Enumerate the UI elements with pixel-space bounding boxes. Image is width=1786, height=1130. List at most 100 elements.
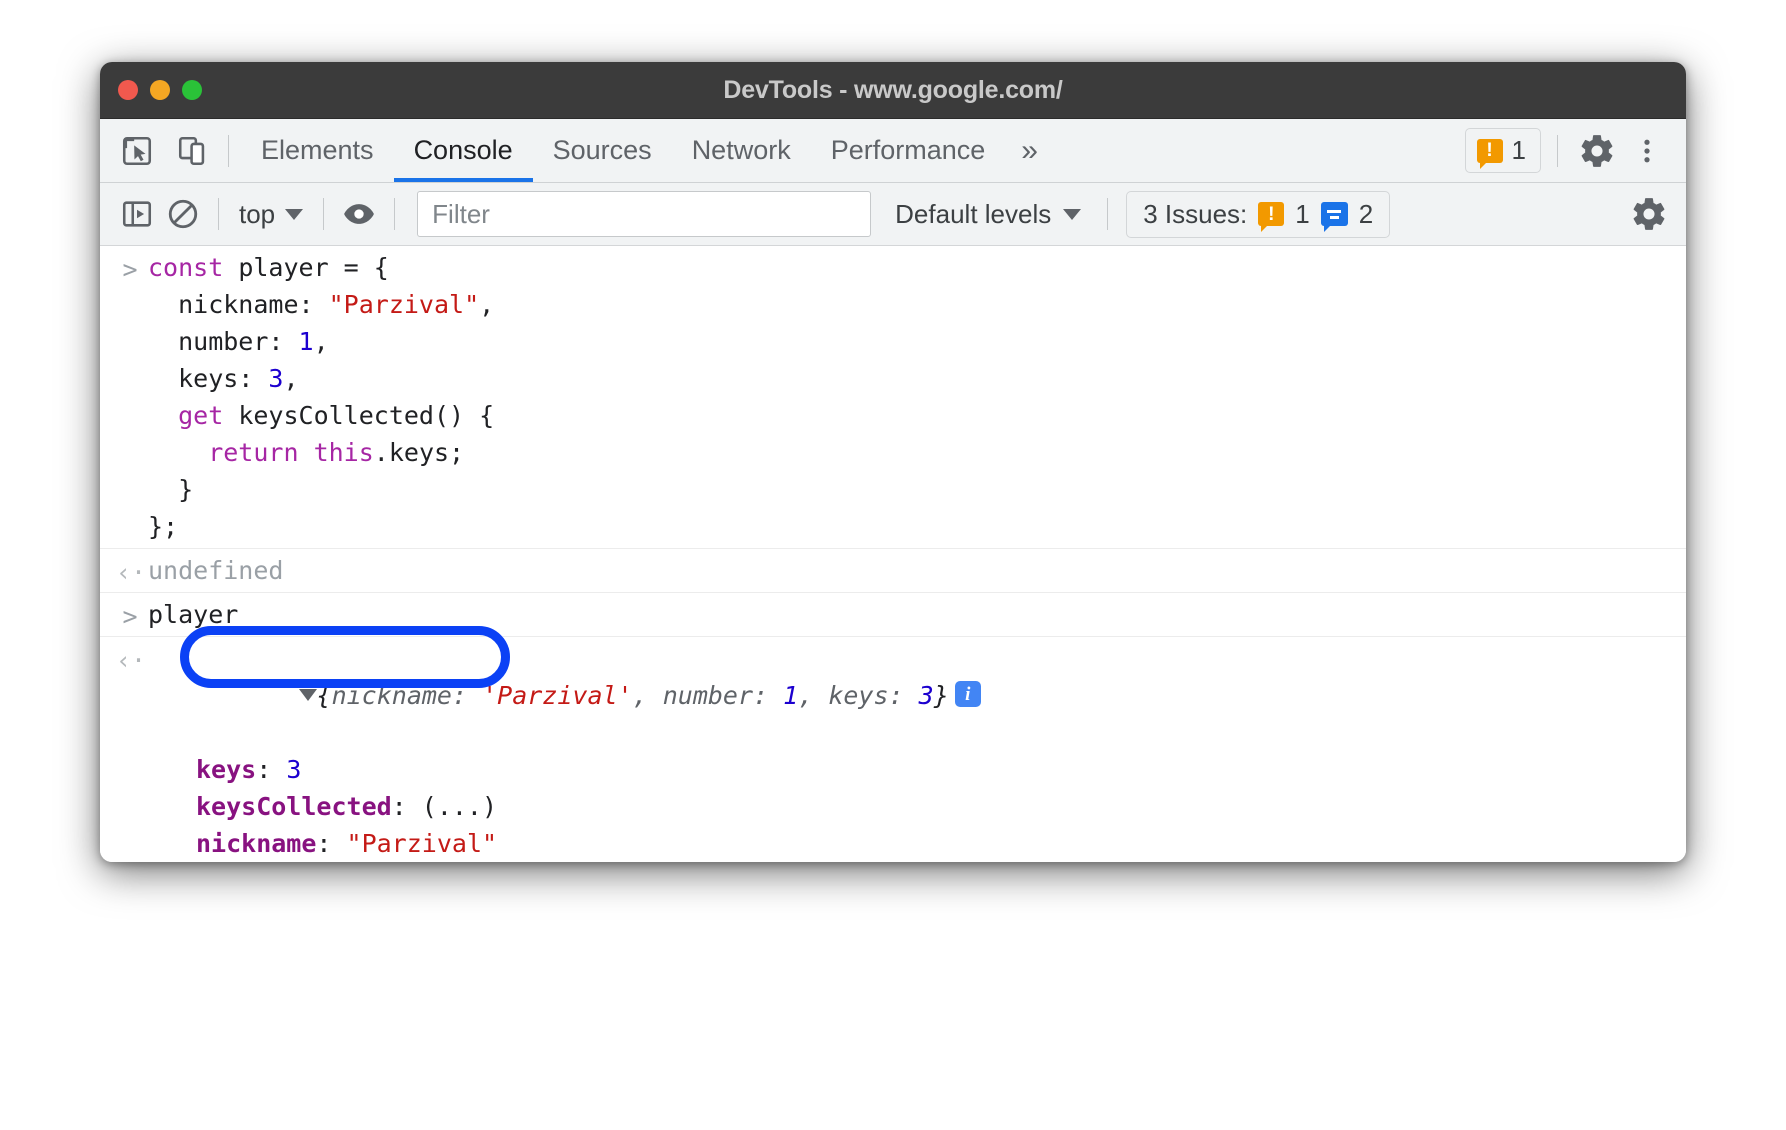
- inspect-element-icon[interactable]: [114, 128, 160, 174]
- issues-warning-badge-icon: !: [1258, 202, 1284, 226]
- log-levels-selector[interactable]: Default levels: [881, 199, 1095, 230]
- code-token: keys:: [148, 364, 268, 393]
- preview-comma: ,: [633, 681, 663, 710]
- devtools-tabbar: Elements Console Sources Network Perform…: [100, 119, 1686, 183]
- console-input-message[interactable]: > const player = { nickname: "Parzival",…: [100, 246, 1686, 549]
- code-line: keys: 3,: [100, 360, 1686, 397]
- live-expression-icon[interactable]: [336, 191, 382, 237]
- console-toolbar: top Filter Default levels 3 Issues:: [100, 183, 1686, 246]
- code-token: const: [148, 253, 238, 282]
- tabbar-right-controls: ! 1: [1465, 128, 1686, 174]
- property-separator: :: [256, 755, 286, 784]
- issues-info-count: 2: [1359, 199, 1373, 230]
- tabbar-divider: [228, 135, 229, 167]
- output-value: undefined: [100, 552, 1686, 589]
- execution-context-label: top: [239, 199, 275, 230]
- object-property-row: nickname: "Parzival": [100, 825, 1686, 862]
- property-name[interactable]: keysCollected: [196, 792, 392, 821]
- issues-info-badge-icon: [1321, 202, 1348, 226]
- property-name: nickname: [196, 829, 316, 858]
- info-badge-icon[interactable]: i: [955, 681, 981, 707]
- code-token: 3: [268, 364, 283, 393]
- warning-count-label: 1: [1512, 135, 1526, 166]
- window-titlebar: DevTools - www.google.com/: [100, 62, 1686, 119]
- chevron-down-icon: [1063, 209, 1081, 220]
- code-line: const player = {: [100, 249, 1686, 286]
- object-property-row: keys: 3: [100, 751, 1686, 788]
- toolbar-divider-4: [1107, 198, 1108, 230]
- more-tabs-chevron-icon[interactable]: »: [1005, 119, 1054, 182]
- tab-network[interactable]: Network: [672, 119, 811, 182]
- property-value: "Parzival": [347, 829, 498, 858]
- input-prompt-icon: >: [116, 251, 144, 288]
- code-line: return this.keys;: [100, 434, 1686, 471]
- code-token: number:: [148, 327, 299, 356]
- output-result-icon: ‹·: [116, 554, 144, 591]
- preview-comma: ,: [798, 681, 828, 710]
- code-token: ,: [479, 290, 494, 319]
- toolbar-divider-3: [394, 198, 395, 230]
- console-input-message[interactable]: > player: [100, 593, 1686, 637]
- code-token: "Parzival": [329, 290, 480, 319]
- maximize-window-button[interactable]: [182, 80, 202, 100]
- tabbar-right-divider: [1557, 135, 1558, 167]
- minimize-window-button[interactable]: [150, 80, 170, 100]
- devtools-window: DevTools - www.google.com/: [100, 62, 1686, 862]
- expand-collapse-triangle-icon[interactable]: [299, 689, 317, 701]
- code-token: 1: [299, 327, 314, 356]
- tab-elements[interactable]: Elements: [241, 119, 394, 182]
- code-token: nickname:: [148, 290, 329, 319]
- property-value[interactable]: (...): [422, 792, 497, 821]
- property-value: 3: [286, 755, 301, 784]
- code-token: keysCollected() {: [238, 401, 494, 430]
- log-levels-label: Default levels: [895, 199, 1051, 230]
- tab-sources[interactable]: Sources: [533, 119, 672, 182]
- preview-key: nickname:: [332, 681, 483, 710]
- code-line: player: [100, 596, 1686, 633]
- filter-placeholder: Filter: [432, 199, 490, 230]
- toolbar-divider-1: [218, 198, 219, 230]
- code-line: };: [100, 508, 1686, 545]
- code-token: return: [148, 438, 314, 467]
- issues-chip[interactable]: 3 Issues: ! 1 2: [1126, 191, 1390, 238]
- console-message-list[interactable]: > const player = { nickname: "Parzival",…: [100, 246, 1686, 862]
- issues-warning-count: 1: [1295, 199, 1309, 230]
- panel-tabs: Elements Console Sources Network Perform…: [241, 119, 1054, 182]
- execution-context-selector[interactable]: top: [231, 199, 311, 230]
- kebab-menu-icon[interactable]: [1624, 128, 1670, 174]
- console-settings-gear-icon[interactable]: [1626, 191, 1672, 237]
- console-output-message[interactable]: ‹· undefined: [100, 549, 1686, 593]
- code-line: get keysCollected() {: [100, 397, 1686, 434]
- code-token: .keys;: [374, 438, 464, 467]
- console-object-result[interactable]: ‹· {nickname: 'Parzival', number: 1, key…: [100, 637, 1686, 862]
- preview-open-brace: {: [317, 681, 332, 710]
- preview-value: 'Parzival': [482, 681, 633, 710]
- input-prompt-icon: >: [116, 598, 144, 635]
- preview-close-brace: }: [934, 681, 949, 710]
- tab-performance[interactable]: Performance: [811, 119, 1006, 182]
- console-toolbar-right: [1626, 191, 1672, 237]
- screenshot-root: DevTools - www.google.com/: [0, 0, 1786, 1130]
- close-window-button[interactable]: [118, 80, 138, 100]
- gear-icon[interactable]: [1574, 128, 1620, 174]
- preview-key: keys:: [828, 681, 918, 710]
- warning-count-chip[interactable]: ! 1: [1465, 128, 1541, 173]
- code-token: };: [148, 512, 178, 541]
- code-line: }: [100, 471, 1686, 508]
- filter-input[interactable]: Filter: [417, 191, 871, 237]
- device-toolbar-icon[interactable]: [170, 128, 216, 174]
- preview-key: number:: [663, 681, 783, 710]
- preview-value: 3: [919, 681, 934, 710]
- object-property-row-keyscollected: keysCollected: (...): [100, 788, 1686, 825]
- tab-console[interactable]: Console: [394, 119, 533, 182]
- code-token: player = {: [238, 253, 389, 282]
- output-result-icon: ‹·: [116, 642, 144, 679]
- code-token: this: [314, 438, 374, 467]
- object-preview-line: {nickname: 'Parzival', number: 1, keys: …: [100, 640, 1686, 751]
- code-token: ,: [314, 327, 329, 356]
- code-line: number: 1,: [100, 323, 1686, 360]
- property-separator: :: [392, 792, 422, 821]
- toolbar-divider-2: [323, 198, 324, 230]
- clear-console-icon[interactable]: [160, 191, 206, 237]
- console-sidebar-icon[interactable]: [114, 191, 160, 237]
